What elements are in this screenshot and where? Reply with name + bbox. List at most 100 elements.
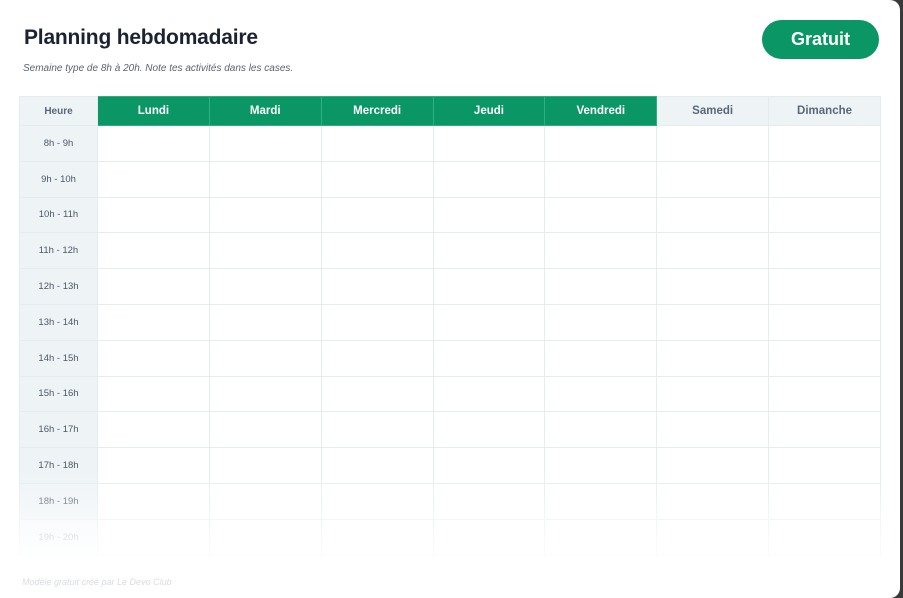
schedule-cell[interactable] <box>320 447 434 484</box>
schedule-cell[interactable] <box>320 160 434 198</box>
schedule-cell[interactable] <box>208 339 322 377</box>
schedule-cell[interactable] <box>656 303 770 341</box>
day-header-mardi: Mardi <box>208 96 322 126</box>
schedule-cell[interactable] <box>544 482 658 520</box>
schedule-cell[interactable] <box>320 482 434 520</box>
schedule-cell[interactable] <box>432 518 546 556</box>
schedule-cell[interactable] <box>432 196 546 234</box>
schedule-cell[interactable] <box>432 125 546 162</box>
hour-label: 11h - 12h <box>19 232 98 270</box>
schedule-cell[interactable] <box>544 411 658 449</box>
planner-card: Planning hebdomadaire Semaine type de 8h… <box>0 0 900 598</box>
schedule-cell[interactable] <box>656 375 770 413</box>
table-row: 9h - 10h <box>19 160 881 198</box>
schedule-cell[interactable] <box>768 303 881 341</box>
schedule-cell[interactable] <box>656 232 770 270</box>
schedule-cell[interactable] <box>97 411 210 449</box>
schedule-cell[interactable] <box>768 518 881 556</box>
schedule-cell[interactable] <box>320 125 434 162</box>
hour-label: 19h - 20h <box>19 518 98 556</box>
schedule-cell[interactable] <box>768 411 881 449</box>
schedule-cell[interactable] <box>656 518 770 556</box>
schedule-cell[interactable] <box>768 125 881 162</box>
schedule-cell[interactable] <box>208 411 322 449</box>
table-row: 11h - 12h <box>19 232 881 270</box>
schedule-cell[interactable] <box>656 339 770 377</box>
hour-label: 17h - 18h <box>19 447 98 484</box>
schedule-cell[interactable] <box>208 518 322 556</box>
schedule-cell[interactable] <box>656 125 770 162</box>
schedule-cell[interactable] <box>768 339 881 377</box>
schedule-cell[interactable] <box>544 375 658 413</box>
schedule-cell[interactable] <box>320 303 434 341</box>
schedule-cell[interactable] <box>768 160 881 198</box>
schedule-cell[interactable] <box>656 411 770 449</box>
schedule-cell[interactable] <box>320 411 434 449</box>
schedule-cell[interactable] <box>320 339 434 377</box>
schedule-cell[interactable] <box>97 303 210 341</box>
schedule-cell[interactable] <box>208 303 322 341</box>
table-header-row: Heure Lundi Mardi Mercredi Jeudi Vendred… <box>19 96 881 126</box>
schedule-cell[interactable] <box>768 375 881 413</box>
free-badge-button[interactable]: Gratuit <box>762 20 879 59</box>
schedule-cell[interactable] <box>768 447 881 484</box>
schedule-cell[interactable] <box>768 268 881 305</box>
schedule-cell[interactable] <box>208 196 322 234</box>
schedule-cell[interactable] <box>768 482 881 520</box>
schedule-cell[interactable] <box>320 232 434 270</box>
schedule-cell[interactable] <box>208 125 322 162</box>
schedule-cell[interactable] <box>768 232 881 270</box>
schedule-cell[interactable] <box>432 339 546 377</box>
page-subtitle: Semaine type de 8h à 20h. Note tes activ… <box>23 63 294 74</box>
schedule-cell[interactable] <box>656 268 770 305</box>
schedule-cell[interactable] <box>656 482 770 520</box>
table-row: 17h - 18h <box>19 447 881 484</box>
schedule-cell[interactable] <box>97 447 210 484</box>
schedule-cell[interactable] <box>97 482 210 520</box>
schedule-cell[interactable] <box>544 160 658 198</box>
schedule-cell[interactable] <box>208 375 322 413</box>
schedule-cell[interactable] <box>544 125 658 162</box>
schedule-cell[interactable] <box>544 196 658 234</box>
table-row: 16h - 17h <box>19 411 881 449</box>
schedule-cell[interactable] <box>97 125 210 162</box>
schedule-cell[interactable] <box>97 518 210 556</box>
page-title: Planning hebdomadaire <box>24 26 258 49</box>
schedule-cell[interactable] <box>320 196 434 234</box>
day-header-vendredi: Vendredi <box>544 96 658 126</box>
schedule-cell[interactable] <box>208 268 322 305</box>
schedule-cell[interactable] <box>97 232 210 270</box>
schedule-cell[interactable] <box>97 339 210 377</box>
schedule-cell[interactable] <box>432 303 546 341</box>
schedule-cell[interactable] <box>320 375 434 413</box>
schedule-cell[interactable] <box>544 232 658 270</box>
schedule-cell[interactable] <box>432 482 546 520</box>
schedule-cell[interactable] <box>432 411 546 449</box>
schedule-cell[interactable] <box>208 447 322 484</box>
schedule-cell[interactable] <box>544 447 658 484</box>
schedule-cell[interactable] <box>97 160 210 198</box>
schedule-cell[interactable] <box>544 303 658 341</box>
schedule-cell[interactable] <box>656 447 770 484</box>
schedule-cell[interactable] <box>544 518 658 556</box>
schedule-cell[interactable] <box>656 160 770 198</box>
schedule-cell[interactable] <box>97 196 210 234</box>
hour-label: 12h - 13h <box>19 268 98 305</box>
schedule-cell[interactable] <box>320 518 434 556</box>
schedule-cell[interactable] <box>320 268 434 305</box>
schedule-cell[interactable] <box>432 160 546 198</box>
schedule-cell[interactable] <box>432 268 546 305</box>
schedule-cell[interactable] <box>432 232 546 270</box>
schedule-cell[interactable] <box>656 196 770 234</box>
schedule-cell[interactable] <box>208 160 322 198</box>
schedule-cell[interactable] <box>432 447 546 484</box>
schedule-cell[interactable] <box>208 232 322 270</box>
schedule-cell[interactable] <box>208 482 322 520</box>
schedule-cell[interactable] <box>97 375 210 413</box>
schedule-cell[interactable] <box>544 339 658 377</box>
schedule-cell[interactable] <box>544 268 658 305</box>
footer-credit: Modèle gratuit créé par Le Devo Club <box>22 577 172 587</box>
schedule-cell[interactable] <box>432 375 546 413</box>
schedule-cell[interactable] <box>97 268 210 305</box>
schedule-cell[interactable] <box>768 196 881 234</box>
